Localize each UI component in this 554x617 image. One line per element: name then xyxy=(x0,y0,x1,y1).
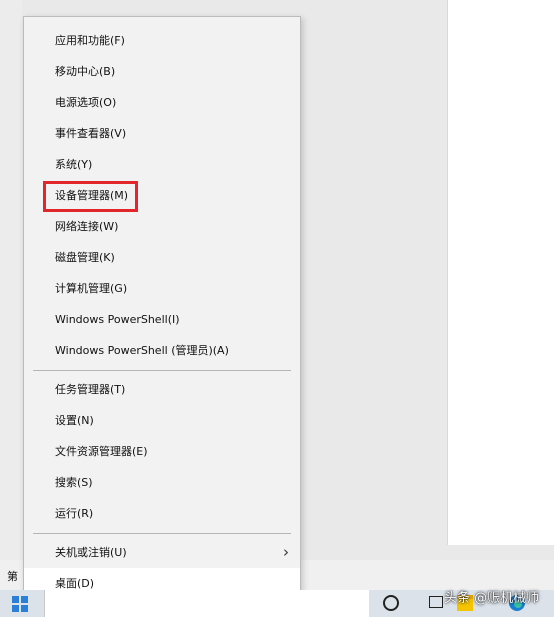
winx-context-menu: 应用和功能(F) 移动中心(B) 电源选项(O) 事件查看器(V) 系统(Y) … xyxy=(23,16,301,601)
menu-item-computer-management[interactable]: 计算机管理(G) xyxy=(24,273,300,304)
menu-item-file-explorer[interactable]: 文件资源管理器(E) xyxy=(24,436,300,467)
menu-item-task-manager[interactable]: 任务管理器(T) xyxy=(24,374,300,405)
menu-item-power-options[interactable]: 电源选项(O) xyxy=(24,87,300,118)
menu-item-mobility-center[interactable]: 移动中心(B) xyxy=(24,56,300,87)
menu-item-disk-management[interactable]: 磁盘管理(K) xyxy=(24,242,300,273)
menu-item-run[interactable]: 运行(R) xyxy=(24,498,300,529)
menu-item-event-viewer[interactable]: 事件查看器(V) xyxy=(24,118,300,149)
menu-item-label: 电源选项(O) xyxy=(55,96,117,109)
menu-item-label: 网络连接(W) xyxy=(55,220,119,233)
menu-item-network-connections[interactable]: 网络连接(W) xyxy=(24,211,300,242)
menu-item-label: 事件查看器(V) xyxy=(55,127,127,140)
background-desktop-strip xyxy=(0,0,22,565)
menu-item-powershell-admin[interactable]: Windows PowerShell (管理员)(A) xyxy=(24,335,300,366)
menu-item-label: 搜索(S) xyxy=(55,476,93,489)
menu-item-label: Windows PowerShell(I) xyxy=(55,313,180,326)
menu-item-system[interactable]: 系统(Y) xyxy=(24,149,300,180)
menu-item-powershell[interactable]: Windows PowerShell(I) xyxy=(24,304,300,335)
menu-separator xyxy=(33,370,291,371)
menu-item-label: 设置(N) xyxy=(55,414,94,427)
menu-item-label: 任务管理器(T) xyxy=(55,383,126,396)
menu-item-label: 移动中心(B) xyxy=(55,65,116,78)
menu-item-label: 系统(Y) xyxy=(55,158,93,171)
menu-item-settings[interactable]: 设置(N) xyxy=(24,405,300,436)
chevron-right-icon: › xyxy=(283,543,289,561)
menu-item-apps-features[interactable]: 应用和功能(F) xyxy=(24,25,300,56)
menu-item-label: 计算机管理(G) xyxy=(55,282,128,295)
highlight-box xyxy=(43,181,138,212)
menu-separator xyxy=(33,533,291,534)
menu-item-label: 文件资源管理器(E) xyxy=(55,445,148,458)
background-window xyxy=(447,0,554,545)
menu-item-label: 关机或注销(U) xyxy=(55,546,127,559)
menu-item-label: 应用和功能(F) xyxy=(55,34,125,47)
taskbar-search-box[interactable] xyxy=(44,590,369,617)
menu-item-shutdown-signout[interactable]: 关机或注销(U) › xyxy=(24,537,300,568)
watermark-text: 头条 @赈机械师 xyxy=(444,591,540,606)
menu-item-label: 运行(R) xyxy=(55,507,94,520)
menu-item-search[interactable]: 搜索(S) xyxy=(24,467,300,498)
windows-start-icon[interactable] xyxy=(12,596,28,612)
background-text: 第 xyxy=(7,570,18,583)
menu-item-label: Windows PowerShell (管理员)(A) xyxy=(55,344,229,357)
cortana-circle-icon[interactable] xyxy=(383,595,399,611)
menu-item-label: 磁盘管理(K) xyxy=(55,251,115,264)
